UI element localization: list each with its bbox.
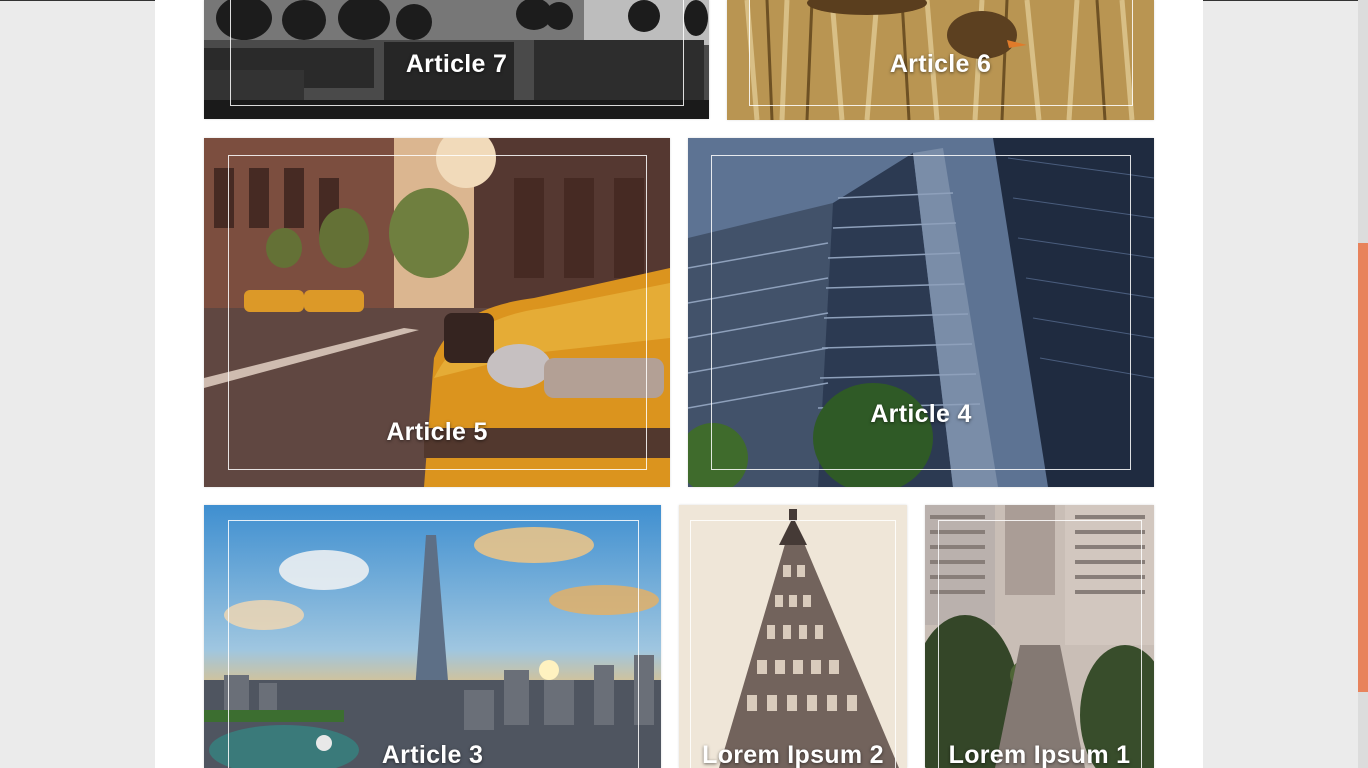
article-7-title: Article 7	[405, 50, 508, 78]
article-3-frame	[228, 520, 639, 768]
article-4-title: Article 4	[870, 400, 972, 428]
article-card-7[interactable]: Article 7	[204, 0, 709, 119]
article-grid: Article 7 Article 6 Article 5 Article 4 …	[155, 0, 1203, 768]
article-card-6[interactable]: Article 6	[727, 0, 1154, 120]
lorem-ipsum-2-title: Lorem Ipsum 2	[702, 741, 884, 768]
lorem-ipsum-2-frame	[690, 520, 896, 768]
lorem-ipsum-1-frame	[938, 520, 1142, 768]
article-card-lorem-ipsum-2[interactable]: Lorem Ipsum 2	[679, 505, 907, 768]
article-5-title: Article 5	[386, 418, 488, 446]
article-card-lorem-ipsum-1[interactable]: Lorem Ipsum 1	[925, 505, 1154, 768]
article-card-3[interactable]: Article 3	[204, 505, 661, 768]
lorem-ipsum-1-title: Lorem Ipsum 1	[948, 741, 1131, 768]
article-6-title: Article 6	[889, 50, 992, 78]
article-3-title: Article 3	[381, 741, 484, 768]
article-card-5[interactable]: Article 5	[204, 138, 670, 487]
article-card-4[interactable]: Article 4	[688, 138, 1154, 487]
scrollbar-thumb[interactable]	[1358, 243, 1368, 692]
